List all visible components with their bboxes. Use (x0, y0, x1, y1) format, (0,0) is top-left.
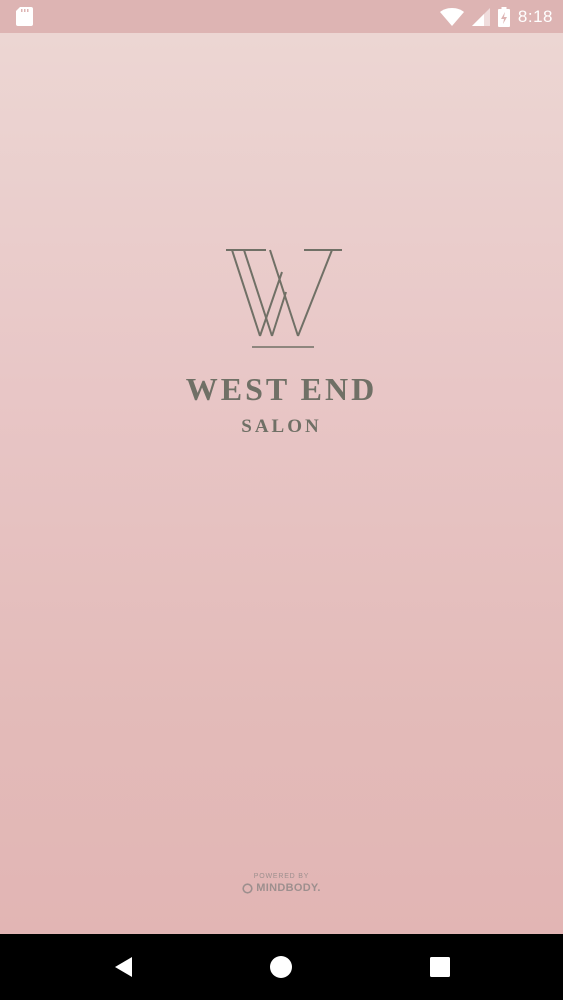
brand-title: WEST END (185, 371, 378, 407)
back-icon[interactable] (112, 955, 136, 979)
battery-charging-icon (497, 6, 510, 27)
recent-apps-icon[interactable] (428, 955, 452, 979)
splash-screen: 8:18 WEST END SALON POWERED BY MINDBODY. (0, 0, 563, 1000)
mindbody-brand: MINDBODY. (242, 882, 320, 894)
wifi-icon (439, 7, 464, 26)
sd-card-icon (16, 7, 33, 26)
home-icon[interactable] (269, 955, 293, 979)
status-time: 8:18 (517, 6, 553, 26)
status-bar: 8:18 (0, 0, 563, 33)
mindbody-label: MINDBODY. (256, 882, 321, 894)
mindbody-logo-icon (242, 882, 253, 894)
west-end-logo-icon (226, 249, 342, 348)
powered-by-badge: POWERED BY MINDBODY. (0, 873, 563, 899)
signal-icon (471, 7, 490, 26)
navigation-bar (0, 934, 563, 1000)
splash-content: WEST END SALON POWERED BY MINDBODY. (0, 33, 563, 934)
powered-by-label: POWERED BY (253, 873, 310, 880)
brand-subtitle: SALON (241, 416, 322, 437)
